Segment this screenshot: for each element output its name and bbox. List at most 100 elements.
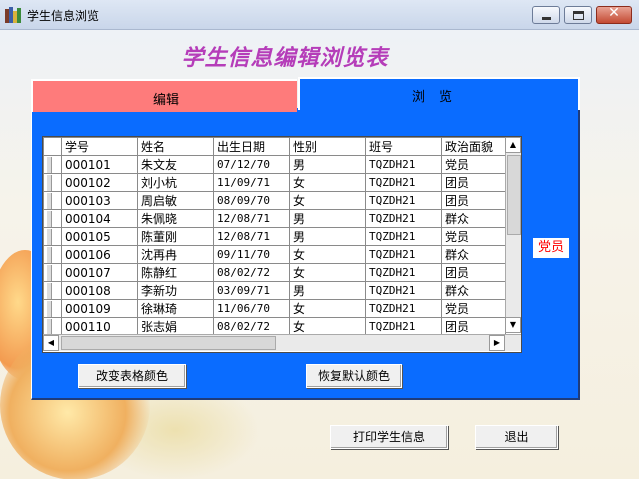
minimize-button[interactable] bbox=[532, 6, 560, 24]
table-cell[interactable]: 刘小杭 bbox=[137, 173, 214, 192]
vertical-scroll-thumb[interactable] bbox=[507, 155, 521, 235]
tab-edit[interactable]: 编辑 bbox=[31, 79, 297, 112]
table-row[interactable]: 000102 刘小杭 11/09/71 女 TQZDH21 团员 bbox=[43, 173, 506, 192]
vertical-scrollbar[interactable]: ▲ ▼ bbox=[505, 137, 521, 333]
table-cell[interactable]: 团员 bbox=[441, 317, 506, 336]
scroll-right-icon[interactable]: ▶ bbox=[489, 335, 505, 351]
column-header[interactable]: 班号 bbox=[365, 137, 442, 156]
table-cell[interactable]: TQZDH21 bbox=[365, 245, 442, 264]
table-cell[interactable]: 男 bbox=[289, 281, 366, 300]
table-cell[interactable]: 男 bbox=[289, 227, 366, 246]
table-cell[interactable]: 陈董刚 bbox=[137, 227, 214, 246]
table-cell[interactable]: 03/09/71 bbox=[213, 281, 290, 300]
table-cell[interactable]: TQZDH21 bbox=[365, 191, 442, 210]
row-selector[interactable] bbox=[43, 317, 62, 336]
row-selector[interactable] bbox=[43, 263, 62, 282]
table-cell[interactable]: 张志娟 bbox=[137, 317, 214, 336]
table-cell[interactable]: 群众 bbox=[441, 281, 506, 300]
table-cell[interactable]: 000101 bbox=[61, 155, 138, 174]
row-selector[interactable] bbox=[43, 281, 62, 300]
restore-default-color-button[interactable]: 恢复默认颜色 bbox=[306, 364, 402, 388]
table-cell[interactable]: TQZDH21 bbox=[365, 155, 442, 174]
scroll-up-icon[interactable]: ▲ bbox=[505, 137, 521, 153]
table-row[interactable]: 000104 朱佩晓 12/08/71 男 TQZDH21 群众 bbox=[43, 209, 506, 228]
table-cell[interactable]: 群众 bbox=[441, 245, 506, 264]
table-cell[interactable]: 女 bbox=[289, 191, 366, 210]
table-cell[interactable]: 女 bbox=[289, 317, 366, 336]
table-cell[interactable]: 12/08/71 bbox=[213, 227, 290, 246]
maximize-button[interactable] bbox=[564, 6, 592, 24]
table-row[interactable]: 000108 李新功 03/09/71 男 TQZDH21 群众 bbox=[43, 281, 506, 300]
table-cell[interactable]: 沈再冉 bbox=[137, 245, 214, 264]
column-header[interactable]: 学号 bbox=[61, 137, 138, 156]
table-cell[interactable]: 女 bbox=[289, 299, 366, 318]
table-cell[interactable]: 000103 bbox=[61, 191, 138, 210]
close-button[interactable]: ✕ bbox=[596, 5, 632, 24]
column-header[interactable]: 姓名 bbox=[137, 137, 214, 156]
table-cell[interactable]: 朱文友 bbox=[137, 155, 214, 174]
table-cell[interactable]: 08/02/72 bbox=[213, 263, 290, 282]
row-selector[interactable] bbox=[43, 191, 62, 210]
table-row[interactable]: 000109 徐琳琦 11/06/70 女 TQZDH21 党员 bbox=[43, 299, 506, 318]
student-grid[interactable]: 学号 姓名 出生日期 性别 班号 政治面貌 000101 朱文友 07/12/70 男… bbox=[42, 136, 522, 353]
table-cell[interactable]: 09/11/70 bbox=[213, 245, 290, 264]
table-row[interactable]: 000101 朱文友 07/12/70 男 TQZDH21 党员 bbox=[43, 155, 506, 174]
change-grid-color-button[interactable]: 改变表格颜色 bbox=[78, 364, 186, 388]
row-selector[interactable] bbox=[43, 245, 62, 264]
table-cell[interactable]: 群众 bbox=[441, 209, 506, 228]
scroll-left-icon[interactable]: ◀ bbox=[43, 335, 59, 351]
table-cell[interactable]: 党员 bbox=[441, 227, 506, 246]
table-cell[interactable]: 陈静红 bbox=[137, 263, 214, 282]
table-cell[interactable]: 团员 bbox=[441, 191, 506, 210]
table-cell[interactable]: 男 bbox=[289, 209, 366, 228]
table-cell[interactable]: TQZDH21 bbox=[365, 227, 442, 246]
column-header[interactable]: 出生日期 bbox=[213, 137, 290, 156]
scroll-down-icon[interactable]: ▼ bbox=[505, 317, 521, 333]
horizontal-scrollbar[interactable]: ◀ ▶ bbox=[43, 334, 521, 351]
table-cell[interactable]: 000107 bbox=[61, 263, 138, 282]
table-cell[interactable]: 08/09/70 bbox=[213, 191, 290, 210]
horizontal-scroll-thumb[interactable] bbox=[61, 336, 276, 350]
table-cell[interactable]: 党员 bbox=[441, 155, 506, 174]
table-cell[interactable]: 000105 bbox=[61, 227, 138, 246]
table-cell[interactable]: TQZDH21 bbox=[365, 299, 442, 318]
table-cell[interactable]: TQZDH21 bbox=[365, 173, 442, 192]
table-cell[interactable]: 团员 bbox=[441, 173, 506, 192]
table-cell[interactable]: 女 bbox=[289, 245, 366, 264]
table-cell[interactable]: 000110 bbox=[61, 317, 138, 336]
column-header[interactable]: 政治面貌 bbox=[441, 137, 506, 156]
table-cell[interactable]: 朱佩晓 bbox=[137, 209, 214, 228]
row-selector[interactable] bbox=[43, 173, 62, 192]
table-cell[interactable]: TQZDH21 bbox=[365, 263, 442, 282]
exit-button[interactable]: 退出 bbox=[475, 425, 558, 449]
row-selector[interactable] bbox=[43, 209, 62, 228]
column-header[interactable]: 性别 bbox=[289, 137, 366, 156]
table-cell[interactable]: TQZDH21 bbox=[365, 317, 442, 336]
table-cell[interactable]: 徐琳琦 bbox=[137, 299, 214, 318]
table-row[interactable]: 000106 沈再冉 09/11/70 女 TQZDH21 群众 bbox=[43, 245, 506, 264]
table-cell[interactable]: 000109 bbox=[61, 299, 138, 318]
row-selector[interactable] bbox=[43, 299, 62, 318]
table-cell[interactable]: 000106 bbox=[61, 245, 138, 264]
table-row[interactable]: 000107 陈静红 08/02/72 女 TQZDH21 团员 bbox=[43, 263, 506, 282]
row-selector[interactable] bbox=[43, 155, 62, 174]
table-row[interactable]: 000110 张志娟 08/02/72 女 TQZDH21 团员 bbox=[43, 317, 506, 336]
tab-browse[interactable]: 浏览 bbox=[298, 77, 580, 110]
table-cell[interactable]: TQZDH21 bbox=[365, 209, 442, 228]
table-cell[interactable]: 000104 bbox=[61, 209, 138, 228]
table-row[interactable]: 000103 周启敏 08/09/70 女 TQZDH21 团员 bbox=[43, 191, 506, 210]
print-student-info-button[interactable]: 打印学生信息 bbox=[330, 425, 448, 449]
table-cell[interactable]: 周启敏 bbox=[137, 191, 214, 210]
table-cell[interactable]: 男 bbox=[289, 155, 366, 174]
table-cell[interactable]: 党员 bbox=[441, 299, 506, 318]
table-cell[interactable]: 08/02/72 bbox=[213, 317, 290, 336]
table-cell[interactable]: 12/08/71 bbox=[213, 209, 290, 228]
table-cell[interactable]: 李新功 bbox=[137, 281, 214, 300]
table-cell[interactable]: 团员 bbox=[441, 263, 506, 282]
table-cell[interactable]: 11/06/70 bbox=[213, 299, 290, 318]
table-cell[interactable]: 女 bbox=[289, 263, 366, 282]
table-cell[interactable]: 07/12/70 bbox=[213, 155, 290, 174]
table-cell[interactable]: TQZDH21 bbox=[365, 281, 442, 300]
table-cell[interactable]: 女 bbox=[289, 173, 366, 192]
row-selector[interactable] bbox=[43, 227, 62, 246]
